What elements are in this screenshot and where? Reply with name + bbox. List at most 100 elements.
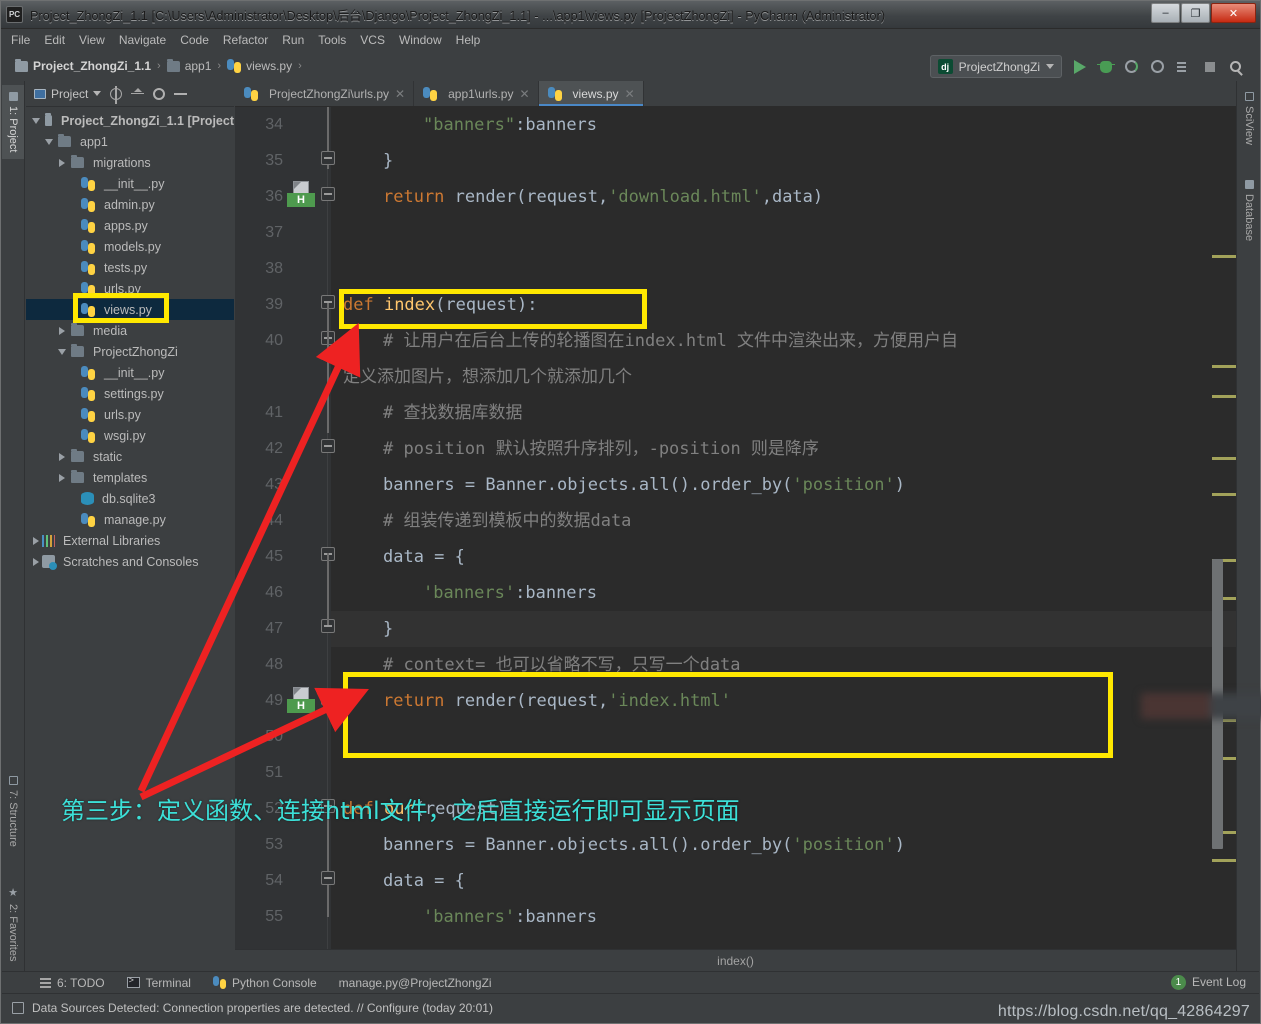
fold-marker[interactable] [321,871,335,885]
code-editor[interactable]: 34 "banners":banners 35} 36 return render(re… [235,107,1236,973]
tool-manage-py[interactable]: manage.py@ProjectZhongZi [339,976,492,990]
code-line[interactable]: 51 [235,755,1236,791]
tab-projectzhongzi-urls[interactable]: ProjectZhongZi\urls.py ✕ [235,81,415,106]
fold-marker[interactable] [321,439,335,453]
chevron-right-icon[interactable] [56,452,68,461]
menu-item-window[interactable]: Window [399,33,442,47]
code-line[interactable]: 44 # 组装传递到模板中的数据data [235,503,1236,539]
code-line[interactable]: 54 data = { [235,863,1236,899]
chevron-right-icon[interactable] [30,557,42,566]
code-line[interactable]: 45 data = { [235,539,1236,575]
code-line[interactable]: 46 'banners':banners [235,575,1236,611]
code-line[interactable]: 38 [235,251,1236,287]
project-panel-title[interactable]: Project [34,87,102,101]
tool-terminal[interactable]: Terminal [126,975,191,990]
fold-marker[interactable] [321,691,335,705]
tree-item--init-py[interactable]: __init__.py [26,173,234,194]
error-stripe[interactable] [1212,107,1236,973]
hide-icon[interactable] [174,92,188,95]
stop-button[interactable] [1201,58,1218,75]
locate-icon[interactable] [110,85,123,104]
menu-item-run[interactable]: Run [282,33,304,47]
menu-item-help[interactable]: Help [456,33,481,47]
menu-item-tools[interactable]: Tools [318,33,346,47]
menu-item-navigate[interactable]: Navigate [119,33,166,47]
tree-item-static[interactable]: static [26,446,234,467]
menu-item-edit[interactable]: Edit [44,33,65,47]
code-line[interactable]: 37 [235,215,1236,251]
minimize-button[interactable]: – [1151,3,1180,23]
tree-item-tests-py[interactable]: tests.py [26,257,234,278]
sidebar-item-sciview[interactable]: SciView [1238,85,1260,152]
tree-item-media[interactable]: media [26,320,234,341]
tree-item-urls-py[interactable]: urls.py [26,278,234,299]
event-log-button[interactable]: 1 Event Log [1170,971,1246,993]
menu-item-file[interactable]: File [11,33,30,47]
tree-item-project-zhongzi-1-1-project[interactable]: Project_ZhongZi_1.1 [Project [26,110,234,131]
notification-icon[interactable] [12,1002,24,1014]
code-line[interactable]: 50 [235,719,1236,755]
run-configuration-selector[interactable]: dj ProjectZhongZi [929,55,1062,78]
tree-item-migrations[interactable]: migrations [26,152,234,173]
tree-item-urls-py[interactable]: urls.py [26,404,234,425]
project-file-tree[interactable]: Project_ZhongZi_1.1 [Project app1 migratio… [26,107,234,572]
tree-item-admin-py[interactable]: admin.py [26,194,234,215]
tab-app1-urls[interactable]: app1\urls.py ✕ [414,81,539,106]
menu-item-view[interactable]: View [79,33,105,47]
code-lines[interactable]: 34 "banners":banners 35} 36 return render(re… [235,107,1236,973]
code-line[interactable]: 36 return render(request,'download.html',… [235,179,1236,215]
tab-views-py[interactable]: views.py ✕ [538,81,644,106]
code-line[interactable]: 55 'banners':banners [235,899,1236,935]
profile-button[interactable] [1149,58,1166,75]
editor-scrollbar[interactable] [1211,107,1224,973]
code-line[interactable]: 40 # 让用户在后台上传的轮播图在index.html 文件中渲染出来，方便用户… [235,323,1236,359]
close-icon[interactable]: ✕ [519,87,529,101]
settings-gear-icon[interactable] [153,87,166,100]
tree-item-templates[interactable]: templates [26,467,234,488]
tree-item--init-py[interactable]: __init__.py [26,362,234,383]
tree-item-apps-py[interactable]: apps.py [26,215,234,236]
tree-item-app1[interactable]: app1 [26,131,234,152]
chevron-right-icon[interactable] [56,473,68,482]
code-line[interactable]: 35} [235,143,1236,179]
code-line[interactable]: 41 # 查找数据库数据 [235,395,1236,431]
fold-marker[interactable] [321,151,335,165]
tree-item-projectzhongzi[interactable]: ProjectZhongZi [26,341,234,362]
tree-item-settings-py[interactable]: settings.py [26,383,234,404]
code-line[interactable]: 39 def index(request): [235,287,1236,323]
breadcrumb-project[interactable]: Project_ZhongZi_1.1 [15,58,151,73]
tree-item-db-sqlite3[interactable]: db.sqlite3 [26,488,234,509]
close-icon[interactable]: ✕ [395,87,405,101]
chevron-right-icon[interactable] [30,536,42,545]
sidebar-item-structure[interactable]: 7: Structure [2,769,24,854]
fold-marker[interactable] [321,187,335,201]
run-with-console-button[interactable] [1175,58,1192,75]
code-line[interactable]: 53 banners = Banner.objects.all().order_b… [235,827,1236,863]
tool-todo[interactable]: 6: TODO [40,976,105,990]
code-line[interactable]: 34 "banners":banners [235,107,1236,143]
collapse-all-icon[interactable] [131,87,145,100]
menu-item-vcs[interactable]: VCS [360,33,385,47]
code-line[interactable]: 43 banners = Banner.objects.all().order_b… [235,467,1236,503]
debug-button[interactable] [1096,58,1115,75]
chevron-down-icon[interactable] [43,138,55,145]
code-line[interactable]: 定义添加图片，想添加几个就添加几个 [235,359,1236,395]
sidebar-item-project[interactable]: 1: Project [2,85,24,160]
menu-item-refactor[interactable]: Refactor [223,33,268,47]
tree-item-external-libraries[interactable]: External Libraries [26,530,234,551]
breadcrumb-app1[interactable]: app1 [166,58,211,73]
chevron-right-icon[interactable] [56,326,68,335]
tree-item-manage-py[interactable]: manage.py [26,509,234,530]
sidebar-item-favorites[interactable]: ★ 2: Favorites [2,879,24,968]
tool-python-console[interactable]: Python Console [212,976,317,990]
chevron-down-icon[interactable] [30,117,42,124]
tree-item-models-py[interactable]: models.py [26,236,234,257]
run-button[interactable] [1071,58,1088,75]
menu-item-code[interactable]: Code [180,33,209,47]
run-coverage-button[interactable] [1123,58,1140,75]
chevron-down-icon[interactable] [56,348,68,355]
html-reference-gutter-icon[interactable]: H [287,687,317,715]
code-line[interactable]: 49 return render(request,'index.html' [235,683,1236,719]
code-line[interactable]: 47} [235,611,1236,647]
maximize-button[interactable]: ❐ [1181,3,1210,23]
